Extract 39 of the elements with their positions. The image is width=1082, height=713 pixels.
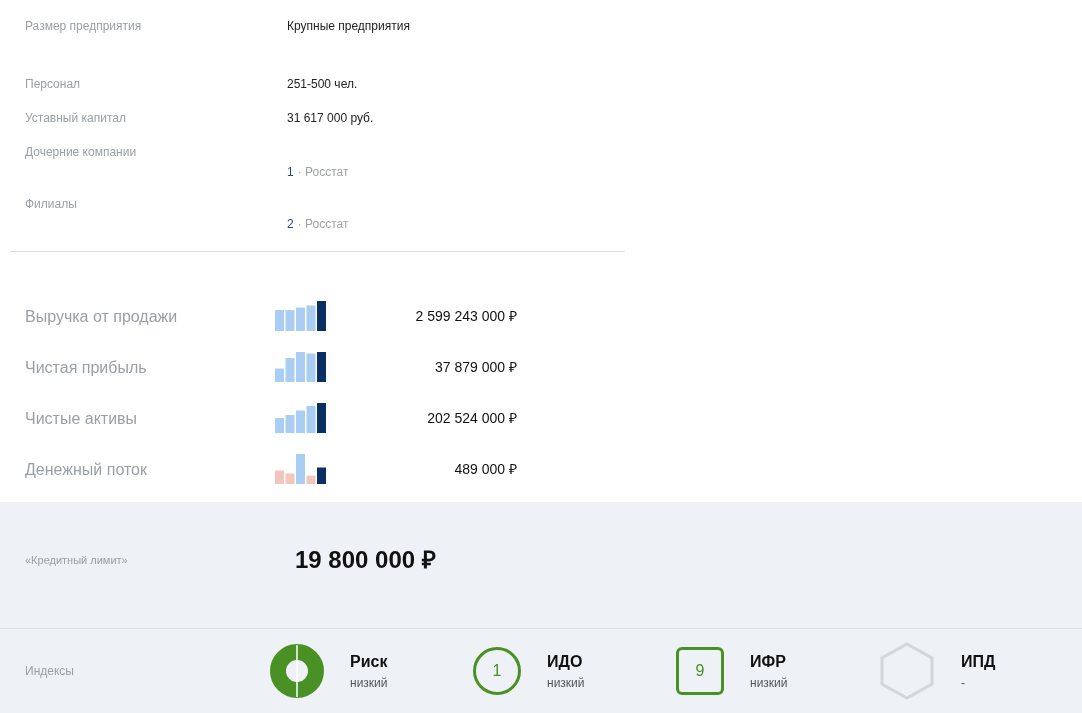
info-label: Уставный капитал	[25, 110, 127, 127]
source-label: · Росстат	[297, 164, 349, 179]
info-value: 251-500 чел.	[287, 76, 358, 93]
finance-label: Чистые активы	[25, 409, 139, 429]
sparkline-icon	[275, 352, 327, 382]
credit-limit-amount: 19 800 000 ₽	[295, 545, 436, 575]
credit-limit-label: «Кредитный лимит»	[25, 552, 129, 568]
indices-label: Индексы	[25, 663, 75, 680]
finance-amount: 202 524 000 ₽	[426, 409, 517, 428]
index-name: ИФР	[750, 652, 787, 672]
count-value: 2	[287, 216, 294, 231]
index-name: ИПД	[961, 652, 996, 672]
source-label: · Росстат	[297, 216, 349, 231]
hexagon-icon	[879, 642, 935, 700]
info-label: Филиалы	[25, 196, 78, 213]
index-name: ИДО	[547, 652, 584, 672]
finance-amount: 489 000 ₽	[453, 460, 517, 479]
sparkline-icon	[275, 403, 327, 433]
sparkline-icon	[275, 301, 327, 331]
donut-icon	[270, 644, 324, 698]
index-square-badge: 9	[676, 647, 724, 695]
finance-amount: 37 879 000 ₽	[434, 358, 517, 377]
finance-amount: 2 599 243 000 ₽	[414, 307, 517, 326]
index-level: -	[961, 675, 966, 692]
info-value: Крупные предприятия	[287, 18, 410, 35]
index-name: Риск	[350, 652, 388, 672]
index-level: низкий	[750, 675, 788, 692]
index-level: низкий	[350, 675, 388, 692]
finance-label: Чистая прибыль	[25, 358, 148, 378]
finance-label: Денежный поток	[25, 460, 148, 480]
count-value: 1	[287, 164, 294, 179]
info-value: 31 617 000 руб.	[287, 110, 374, 127]
info-label: Персонал	[25, 76, 82, 93]
sparkline-icon	[275, 454, 327, 484]
index-circle-badge: 1	[473, 647, 521, 695]
info-label: Размер предприятия	[25, 18, 143, 35]
index-level: низкий	[547, 675, 585, 692]
info-label: Дочерние компании	[25, 144, 138, 161]
finance-label: Выручка от продажи	[25, 307, 179, 327]
